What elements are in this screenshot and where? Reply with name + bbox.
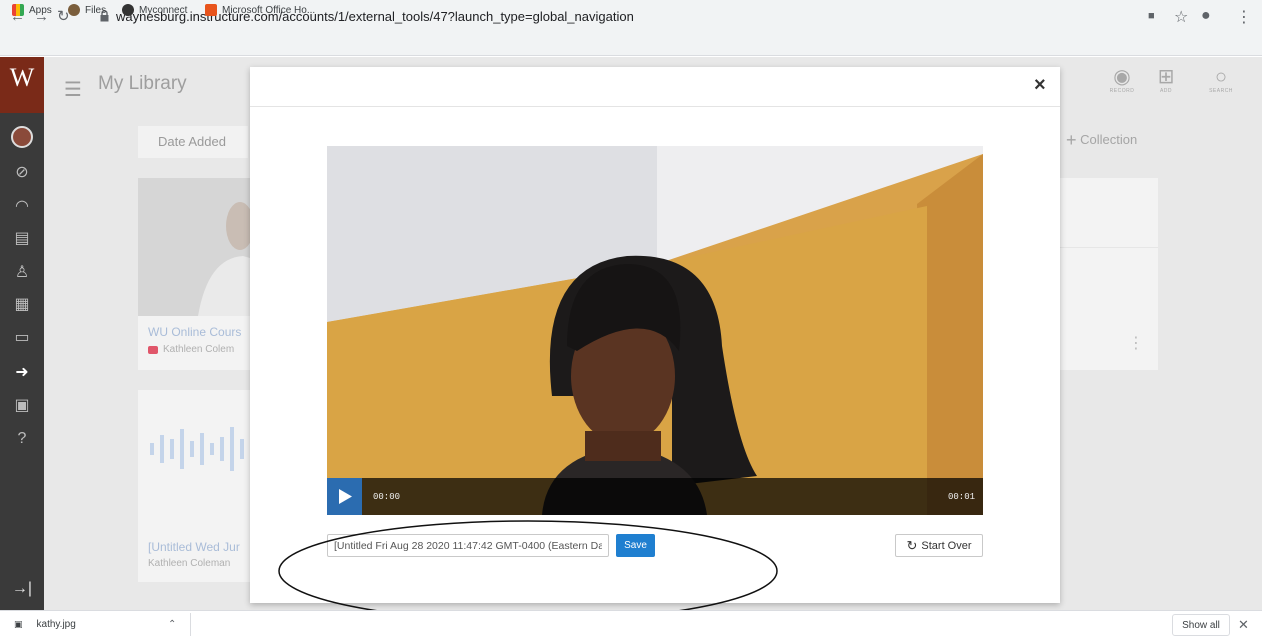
- play-icon: [339, 489, 352, 504]
- add-collection-button[interactable]: + Collection: [1066, 130, 1137, 151]
- address-bar[interactable]: waynesburg.instructure.com/accounts/1/ex…: [116, 9, 634, 24]
- search-button[interactable]: ○ SEARCH: [1201, 66, 1241, 94]
- search-icon: ○: [1214, 66, 1228, 88]
- help-icon[interactable]: ?: [9, 428, 35, 450]
- camera-icon[interactable]: ■: [1148, 10, 1155, 22]
- globe-icon: [122, 4, 134, 16]
- inbox-icon[interactable]: ▭: [9, 327, 35, 349]
- record-button[interactable]: ◉ RECORD: [1102, 66, 1142, 94]
- menu-dots-icon[interactable]: ⋮: [1236, 7, 1252, 27]
- page-title: My Library: [98, 73, 187, 94]
- account-avatar[interactable]: [11, 126, 33, 148]
- screen: ← → ↻ waynesburg.instructure.com/account…: [0, 0, 1262, 639]
- courses-book-icon[interactable]: ▤: [9, 228, 35, 250]
- profile-icon[interactable]: ●: [1201, 7, 1211, 25]
- studio-arrow-icon[interactable]: ➜: [9, 362, 35, 384]
- close-icon[interactable]: ×: [1034, 74, 1046, 97]
- current-time: 00:00: [373, 492, 401, 502]
- card-owner: Kathleen Colem: [148, 344, 234, 355]
- bookmark-files[interactable]: Files: [68, 4, 106, 16]
- dashboard-icon[interactable]: ◠: [9, 196, 35, 218]
- record-icon: ◉: [1113, 66, 1131, 88]
- card-owner: Kathleen Coleman: [148, 558, 231, 569]
- collapse-nav-icon[interactable]: →|: [9, 578, 35, 600]
- start-over-button[interactable]: ↻ Start Over: [895, 534, 983, 557]
- bookmark-office[interactable]: Microsoft Office Ho...: [205, 4, 315, 16]
- video-badge-icon: [148, 345, 158, 354]
- divider: [190, 613, 191, 636]
- groups-icon[interactable]: ♙: [9, 262, 35, 284]
- refresh-icon: ↻: [906, 537, 918, 553]
- show-all-button[interactable]: Show all: [1172, 614, 1230, 636]
- apps-grid-icon: [12, 4, 24, 16]
- card-title[interactable]: [Untitled Wed Jur: [148, 540, 240, 554]
- commons-icon[interactable]: ▣: [9, 395, 35, 417]
- video-player[interactable]: [327, 146, 983, 515]
- plus-icon: +: [1066, 130, 1077, 150]
- audio-waveform-icon: [150, 427, 244, 471]
- bookmark-apps[interactable]: Apps: [12, 4, 52, 16]
- more-options-icon[interactable]: ⋮: [1128, 333, 1144, 353]
- files-icon: [68, 4, 80, 16]
- image-file-icon: ▣: [14, 619, 23, 629]
- bookmark-star-icon[interactable]: ☆: [1174, 7, 1188, 27]
- download-item[interactable]: ▣ kathy.jpg: [14, 619, 76, 630]
- card-title[interactable]: WU Online Cours: [148, 325, 241, 339]
- webcam-frame: [327, 146, 983, 515]
- admin-shield-icon[interactable]: ⊘: [9, 162, 35, 184]
- sort-select[interactable]: Date Added: [138, 126, 248, 158]
- duration: 00:01: [948, 492, 976, 502]
- hamburger-menu-icon[interactable]: ☰: [64, 77, 82, 102]
- close-icon[interactable]: ✕: [1238, 617, 1249, 633]
- bookmark-myconnect[interactable]: Myconnect: [122, 4, 187, 16]
- chevron-up-icon[interactable]: ⌃: [168, 619, 176, 630]
- bookmarks-bar: [0, 34, 1262, 56]
- add-button[interactable]: ⊞ ADD: [1146, 66, 1186, 94]
- modal-header: [250, 67, 1060, 107]
- highlight-ellipse: [278, 520, 778, 622]
- calendar-icon[interactable]: ▦: [9, 294, 35, 316]
- office-icon: [205, 4, 217, 16]
- add-media-icon: ⊞: [1157, 66, 1175, 88]
- card-divider: [1060, 247, 1158, 248]
- player-controls: [327, 478, 983, 515]
- play-button[interactable]: [327, 478, 362, 515]
- person-thumbnail: [198, 202, 250, 316]
- institution-logo[interactable]: W: [0, 57, 44, 113]
